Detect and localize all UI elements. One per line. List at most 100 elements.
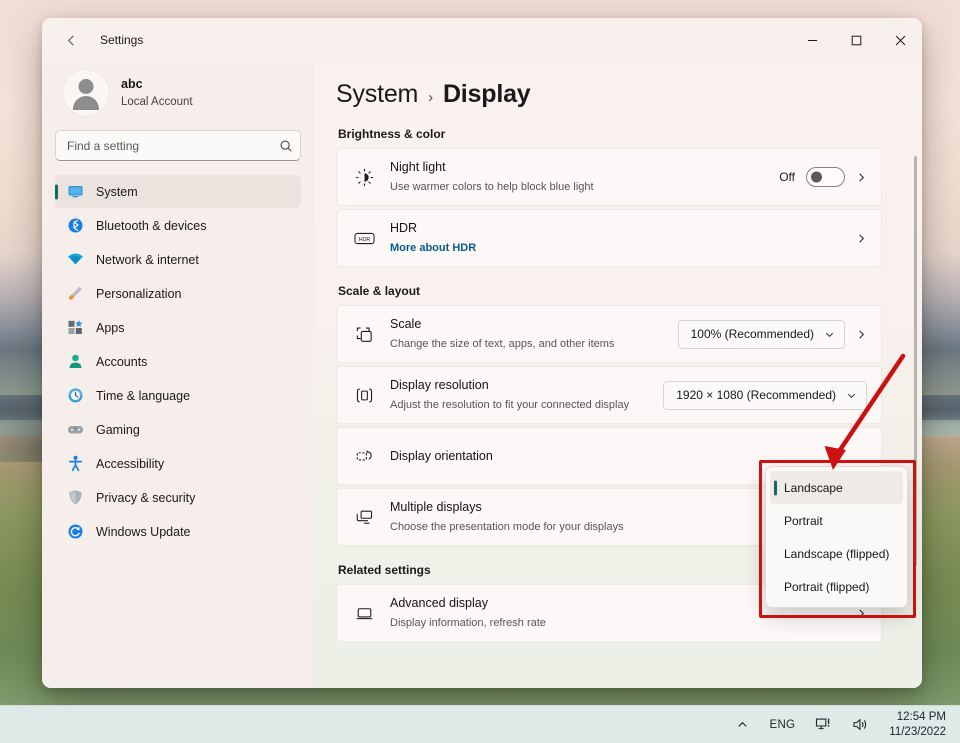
sidebar-item-apps[interactable]: Apps — [55, 311, 301, 344]
row-hdr[interactable]: HDR HDR More about HDR — [336, 209, 882, 267]
sidebar-nav: System Bluetooth & devices Network & int… — [55, 175, 301, 548]
sidebar-item-gaming[interactable]: Gaming — [55, 413, 301, 446]
apps-grid-icon — [67, 319, 84, 336]
row-title: HDR — [390, 221, 417, 235]
chevron-right-icon[interactable] — [856, 233, 867, 244]
resolution-dropdown[interactable]: 1920 × 1080 (Recommended) — [663, 381, 867, 410]
svg-text:HDR: HDR — [358, 236, 370, 242]
row-title: Night light — [390, 160, 446, 174]
sidebar: abc Local Account — [42, 62, 314, 688]
desktop: Settings — [0, 0, 960, 743]
clock-time: 12:54 PM — [889, 710, 946, 724]
orientation-option-label: Landscape — [784, 481, 843, 495]
row-display-resolution[interactable]: Display resolution Adjust the resolution… — [336, 366, 882, 424]
paintbrush-icon — [67, 285, 84, 302]
sidebar-item-accounts[interactable]: Accounts — [55, 345, 301, 378]
sidebar-item-time-language[interactable]: Time & language — [55, 379, 301, 412]
orientation-option-landscape[interactable]: Landscape — [770, 471, 903, 504]
row-title: Scale — [390, 317, 421, 331]
sidebar-item-label: System — [96, 185, 138, 199]
clock-globe-icon — [67, 387, 84, 404]
sidebar-item-windows-update[interactable]: Windows Update — [55, 515, 301, 548]
account-type: Local Account — [121, 94, 193, 110]
display-orientation-icon — [353, 447, 375, 466]
sidebar-item-label: Accounts — [96, 355, 147, 369]
chevron-up-icon[interactable] — [732, 710, 753, 740]
orientation-option-label: Portrait (flipped) — [784, 580, 869, 594]
row-title: Display orientation — [390, 449, 493, 463]
close-button[interactable] — [878, 18, 922, 62]
display-orientation-dropdown-menu: Landscape Portrait Landscape (flipped) P… — [765, 466, 908, 608]
system-tray: ENG 12:54 PM 11/23/2022 — [732, 710, 950, 740]
sidebar-item-label: Time & language — [96, 389, 190, 403]
search-box — [55, 130, 301, 161]
account-name: abc — [121, 76, 193, 94]
sidebar-item-label: Windows Update — [96, 525, 191, 539]
sidebar-item-accessibility[interactable]: Accessibility — [55, 447, 301, 480]
sidebar-item-label: Apps — [96, 321, 125, 335]
content-scrollbar[interactable] — [914, 156, 917, 566]
row-night-light[interactable]: Night light Use warmer colors to help bl… — [336, 148, 882, 206]
breadcrumb-root[interactable]: System — [336, 80, 418, 109]
network-monitor-icon[interactable] — [811, 710, 836, 740]
breadcrumb: System › Display — [336, 80, 882, 109]
sidebar-item-label: Gaming — [96, 423, 140, 437]
orientation-option-portrait-flipped[interactable]: Portrait (flipped) — [770, 570, 903, 603]
sidebar-item-bluetooth-devices[interactable]: Bluetooth & devices — [55, 209, 301, 242]
back-arrow-icon[interactable] — [54, 25, 88, 55]
sidebar-item-label: Privacy & security — [96, 491, 195, 505]
row-text: Night light Use warmer colors to help bl… — [390, 158, 764, 195]
maximize-button[interactable] — [834, 18, 878, 62]
row-controls: 1920 × 1080 (Recommended) — [663, 381, 867, 410]
toggle-state-label: Off — [779, 170, 795, 184]
chevron-down-icon — [824, 329, 835, 340]
window-controls — [790, 18, 922, 62]
section-title-scale-layout: Scale & layout — [338, 284, 882, 298]
chevron-right-icon[interactable] — [856, 608, 867, 619]
sidebar-item-label: Bluetooth & devices — [96, 219, 207, 233]
row-controls — [856, 608, 867, 619]
sidebar-item-system[interactable]: System — [55, 175, 301, 208]
row-title: Multiple displays — [390, 500, 482, 514]
window-titlebar: Settings — [42, 18, 922, 62]
monitor-icon — [67, 183, 84, 200]
multiple-displays-icon — [353, 508, 375, 527]
clock-date[interactable]: 12:54 PM 11/23/2022 — [885, 710, 950, 739]
gamepad-icon — [67, 421, 84, 438]
row-subtitle: Display information, refresh rate — [390, 617, 546, 629]
account-block[interactable]: abc Local Account — [55, 62, 301, 130]
orientation-option-landscape-flipped[interactable]: Landscape (flipped) — [770, 537, 903, 570]
wifi-icon — [67, 251, 84, 268]
accessibility-icon — [67, 455, 84, 472]
sidebar-item-privacy-security[interactable]: Privacy & security — [55, 481, 301, 514]
row-text: Display orientation — [390, 447, 867, 465]
search-input[interactable] — [55, 130, 301, 161]
row-subtitle: Change the size of text, apps, and other… — [390, 338, 614, 350]
scale-squares-icon — [353, 325, 375, 344]
night-light-toggle[interactable] — [806, 167, 845, 187]
row-subtitle: Choose the presentation mode for your di… — [390, 521, 624, 533]
more-about-hdr-link[interactable]: More about HDR — [390, 242, 476, 254]
page-title: Display — [443, 80, 531, 109]
chevron-right-icon[interactable] — [856, 329, 867, 340]
chevron-right-icon[interactable] — [856, 172, 867, 183]
sidebar-item-network-internet[interactable]: Network & internet — [55, 243, 301, 276]
clock-date-value: 11/23/2022 — [889, 725, 946, 739]
sidebar-item-label: Network & internet — [96, 253, 199, 267]
sidebar-item-personalization[interactable]: Personalization — [55, 277, 301, 310]
section-title-brightness-color: Brightness & color — [338, 127, 882, 141]
row-controls — [856, 233, 867, 244]
speaker-icon[interactable] — [848, 710, 873, 740]
minimize-button[interactable] — [790, 18, 834, 62]
scale-dropdown[interactable]: 100% (Recommended) — [678, 320, 845, 349]
user-avatar-icon — [63, 70, 109, 116]
row-subtitle: Adjust the resolution to fit your connec… — [390, 399, 629, 411]
row-subtitle: Use warmer colors to help block blue lig… — [390, 181, 594, 193]
orientation-option-portrait[interactable]: Portrait — [770, 504, 903, 537]
person-icon — [67, 353, 84, 370]
language-indicator[interactable]: ENG — [765, 710, 799, 740]
update-refresh-icon — [67, 523, 84, 540]
row-text: Scale Change the size of text, apps, and… — [390, 315, 663, 352]
search-icon[interactable] — [279, 139, 293, 153]
row-scale[interactable]: Scale Change the size of text, apps, and… — [336, 305, 882, 363]
